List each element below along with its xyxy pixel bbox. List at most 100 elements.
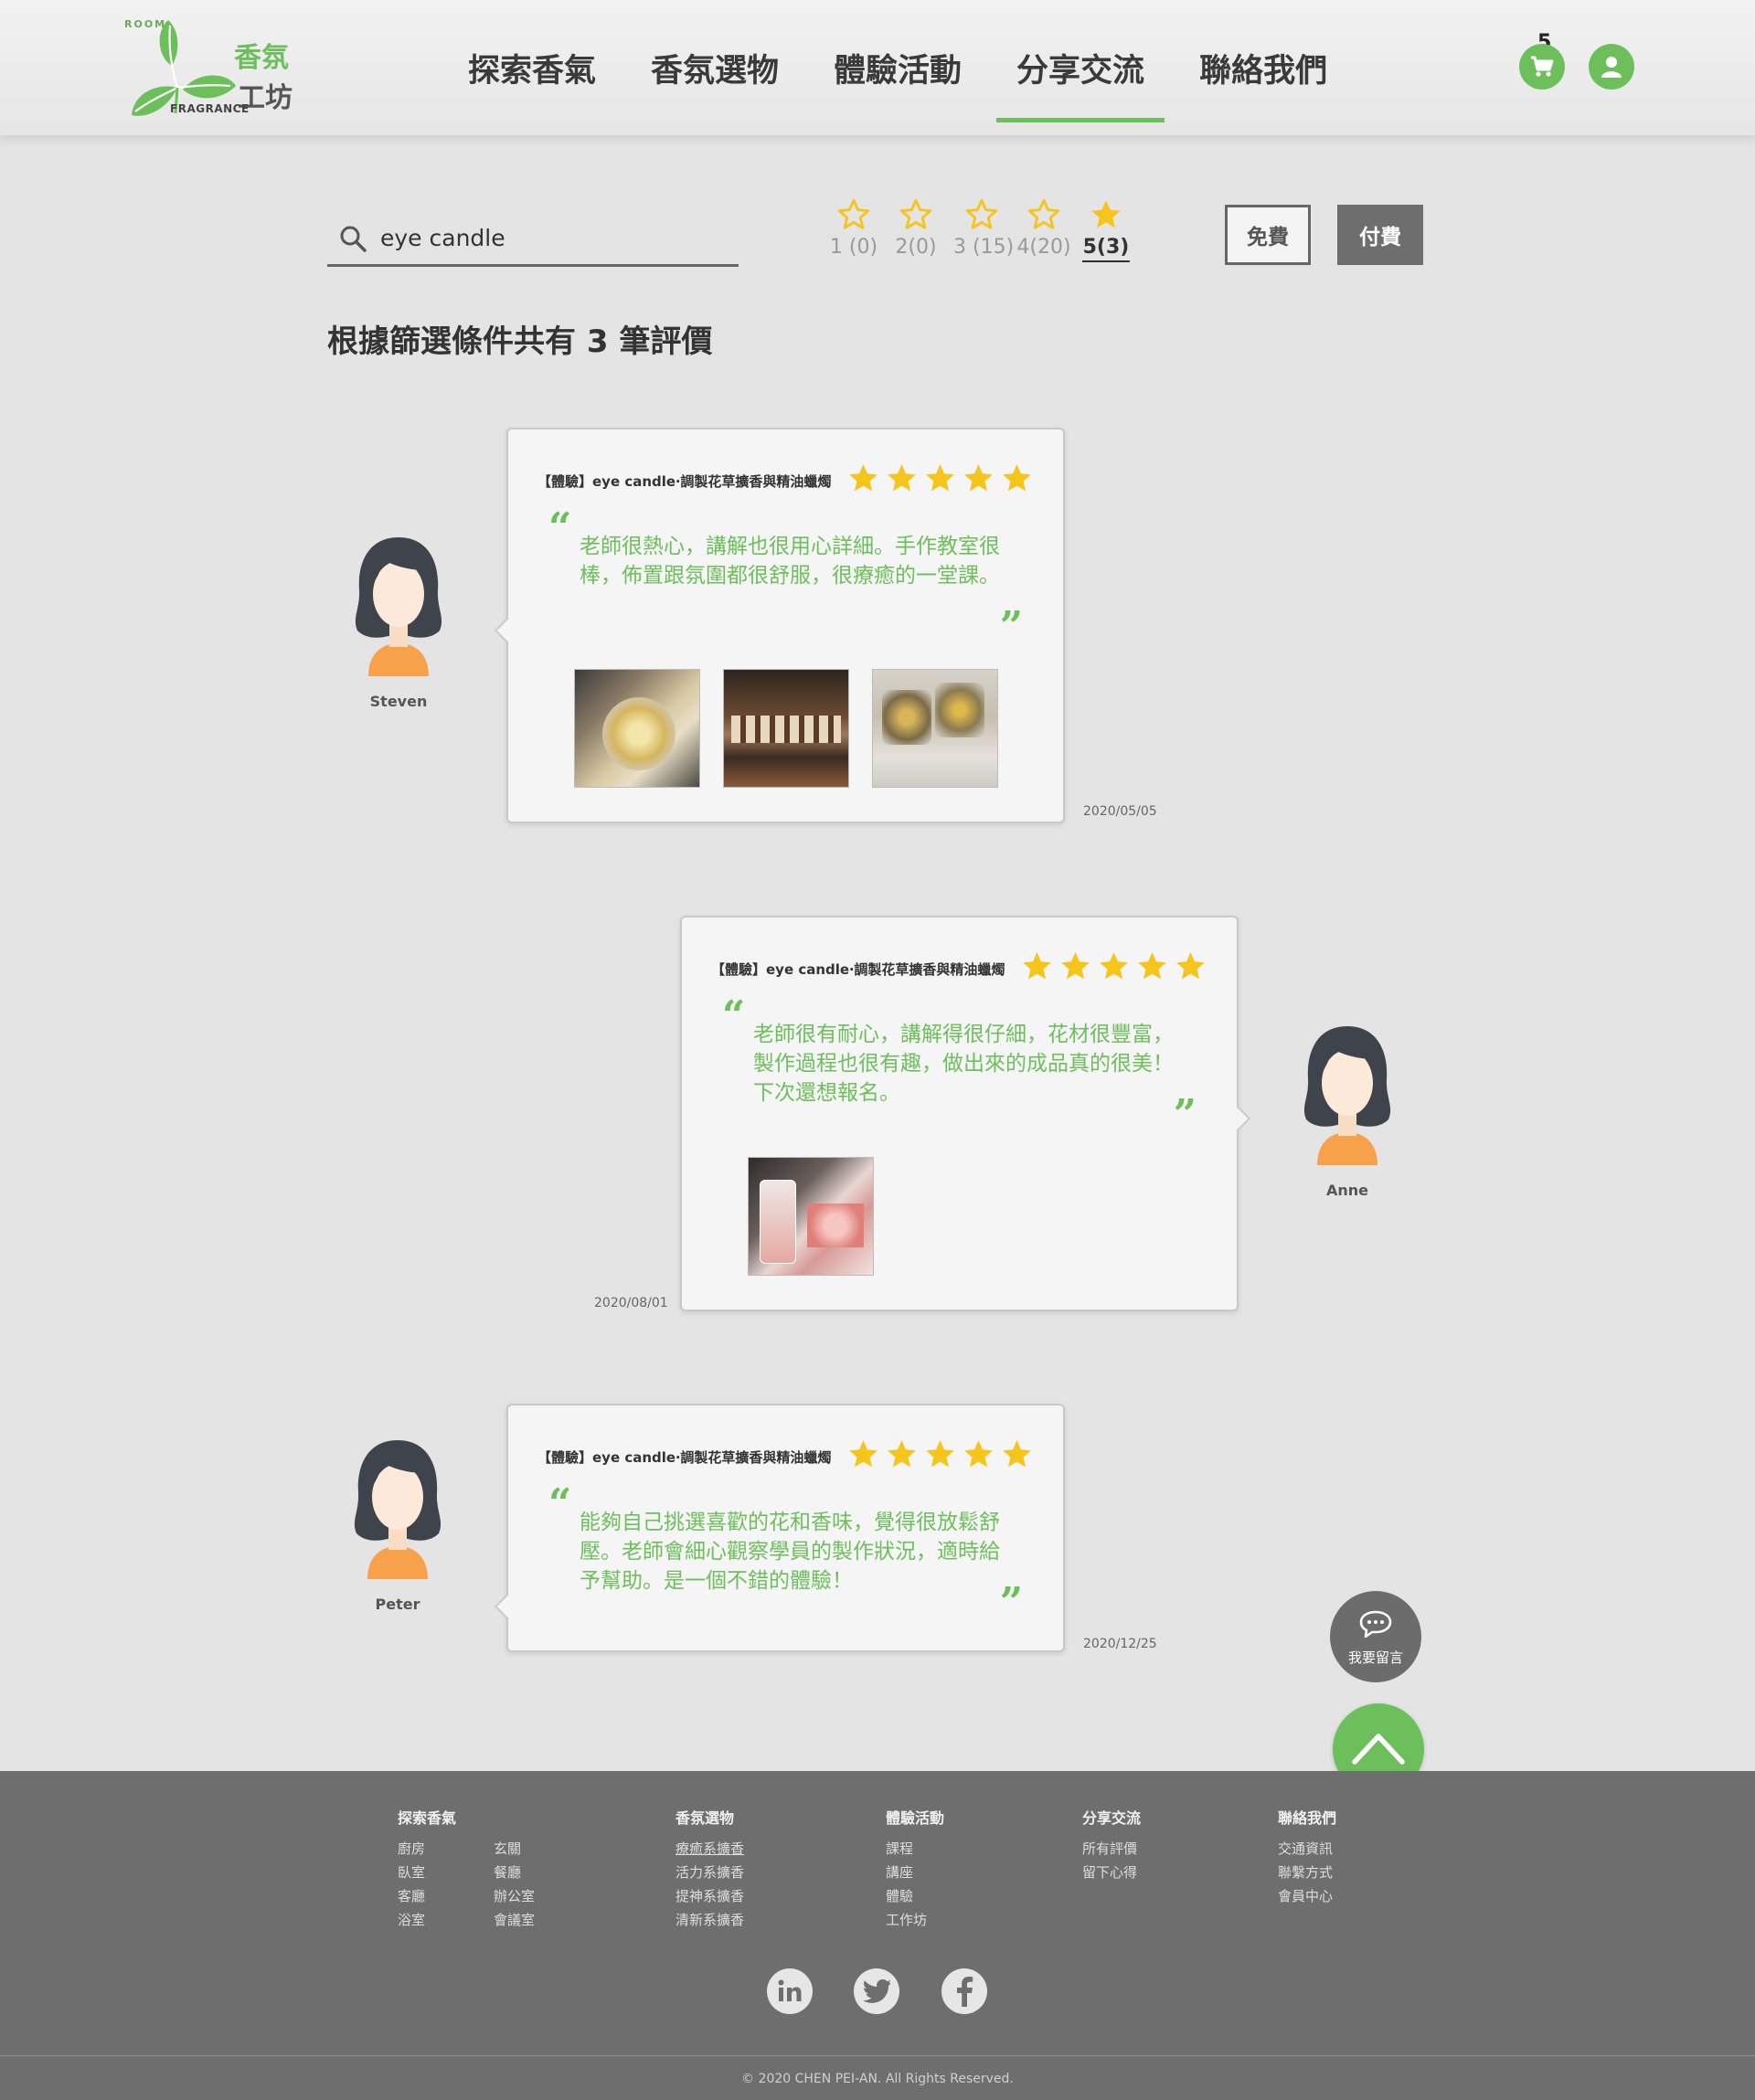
- site-header: ROOM 香氛 工坊 FRAGRANCE 探索香氣 香氛選物 體驗活動 分享交流…: [0, 0, 1755, 135]
- footer-link[interactable]: 臥室: [398, 1861, 494, 1884]
- star-outline-icon: [1027, 198, 1060, 229]
- quote-close-icon: ”: [999, 1579, 1023, 1626]
- cart-button[interactable]: [1519, 44, 1565, 90]
- star-outline-icon: [965, 198, 998, 229]
- nav-item-share[interactable]: 分享交流: [996, 0, 1165, 135]
- nav-item-explore[interactable]: 探索香氣: [448, 0, 616, 135]
- footer-link[interactable]: 會員中心: [1278, 1884, 1336, 1908]
- search-input[interactable]: [380, 225, 728, 251]
- footer-link[interactable]: 療癒系擴香: [675, 1837, 744, 1861]
- star-filter-label: 3 (15): [953, 236, 1015, 259]
- reviewer-name: Steven: [369, 693, 428, 710]
- footer-link[interactable]: 浴室: [398, 1908, 494, 1932]
- star-filter-label: 4(20): [1016, 236, 1071, 259]
- leave-comment-button[interactable]: 我要留言: [1330, 1591, 1421, 1682]
- review-title: 【體驗】eye candle‧調製花草擴香與精油蠟燭: [537, 1449, 832, 1466]
- star-filled-icon: [1091, 200, 1121, 228]
- footer-col-products: 香氛選物 療癒系擴香 活力系擴香 提神系擴香 清新系擴香: [675, 1806, 744, 1932]
- star-filled-icon: [1138, 952, 1166, 980]
- user-button[interactable]: [1589, 44, 1634, 90]
- footer-link[interactable]: 廚房: [398, 1837, 494, 1861]
- quote-close-icon: ”: [1173, 1091, 1197, 1138]
- footer-link[interactable]: 留下心得: [1082, 1861, 1141, 1884]
- star-filled-icon: [888, 1440, 916, 1468]
- nav-item-contact[interactable]: 聯絡我們: [1179, 0, 1347, 135]
- copyright-text: © 2020 CHEN PEI-AN. All Rights Reserved.: [741, 2072, 1014, 2086]
- quote-close-icon: ”: [999, 603, 1023, 650]
- review-photo[interactable]: [574, 669, 700, 788]
- star-outline-icon: [899, 198, 932, 229]
- review-photo[interactable]: [723, 669, 849, 788]
- star-filled-icon: [926, 1440, 954, 1468]
- review-rating: [846, 1437, 1034, 1471]
- user-icon: [1601, 57, 1622, 78]
- review-title: 【體驗】eye candle‧調製花草擴香與精油蠟燭: [711, 961, 1005, 978]
- linkedin-link[interactable]: [767, 1968, 813, 2014]
- search-box: [327, 212, 739, 267]
- star-filter-3[interactable]: 3 (15): [953, 197, 1015, 259]
- footer-link[interactable]: 會議室: [494, 1908, 590, 1932]
- quote-open-icon: “: [548, 504, 572, 551]
- footer-link[interactable]: 清新系擴香: [675, 1908, 744, 1932]
- review-title: 【體驗】eye candle‧調製花草擴香與精油蠟燭: [537, 473, 832, 490]
- review-photos: [748, 1157, 874, 1276]
- footer-heading: 香氛選物: [675, 1809, 735, 1827]
- logo-cn-line1: 香氛: [234, 42, 289, 74]
- star-filter-4[interactable]: 4(20): [1016, 197, 1071, 259]
- quote-open-icon: “: [548, 1480, 572, 1527]
- cart-icon: [1531, 56, 1554, 77]
- review-photo[interactable]: [748, 1157, 874, 1276]
- footer-heading: 分享交流: [1082, 1809, 1142, 1827]
- site-logo[interactable]: ROOM 香氛 工坊 FRAGRANCE: [121, 13, 303, 122]
- footer-link[interactable]: 辦公室: [494, 1884, 590, 1908]
- footer-col-activities: 體驗活動 課程 講座 體驗 工作坊: [886, 1806, 944, 1932]
- star-filled-icon: [964, 464, 993, 492]
- reviewer-avatar: Peter: [343, 1433, 452, 1613]
- nav-item-activities[interactable]: 體驗活動: [814, 0, 982, 135]
- star-filled-icon: [1100, 952, 1128, 980]
- result-summary: 根據篩選條件共有 3 筆評價: [327, 323, 713, 360]
- paid-filter-button[interactable]: 付費: [1337, 205, 1423, 265]
- footer-heading: 體驗活動: [886, 1809, 945, 1827]
- footer-col-share: 分享交流 所有評價 留下心得: [1082, 1806, 1141, 1884]
- footer-link[interactable]: 客廳: [398, 1884, 494, 1908]
- footer-link[interactable]: 提神系擴香: [675, 1884, 744, 1908]
- star-filled-icon: [849, 464, 878, 492]
- footer-link[interactable]: 體驗: [886, 1884, 944, 1908]
- footer-link[interactable]: 餐廳: [494, 1861, 590, 1884]
- twitter-link[interactable]: [854, 1968, 899, 2014]
- footer-link[interactable]: 交通資訊: [1278, 1837, 1336, 1861]
- footer-heading: 探索香氣: [398, 1809, 457, 1827]
- nav-item-products[interactable]: 香氛選物: [631, 0, 799, 135]
- chat-icon: [1359, 1610, 1392, 1639]
- footer-link[interactable]: 工作坊: [886, 1908, 944, 1932]
- review-rating: [1020, 949, 1207, 983]
- footer-link[interactable]: 活力系擴香: [675, 1861, 744, 1884]
- free-filter-button[interactable]: 免費: [1225, 205, 1311, 265]
- footer-link[interactable]: 所有評價: [1082, 1837, 1141, 1861]
- reviewer-avatar: Anne: [1292, 1019, 1402, 1199]
- star-filter-label: 1 (0): [829, 236, 878, 259]
- logo-fragrance-text: FRAGRANCE: [170, 102, 250, 115]
- facebook-icon: [957, 1977, 973, 2007]
- linkedin-icon: [778, 1979, 802, 2001]
- star-filter-1[interactable]: 1 (0): [826, 197, 881, 259]
- star-filter-5[interactable]: 5(3): [1082, 197, 1130, 262]
- review-photo[interactable]: [872, 669, 998, 788]
- facebook-link[interactable]: [941, 1968, 987, 2014]
- star-filter-2[interactable]: 2(0): [888, 197, 943, 259]
- site-footer: 探索香氣 廚房 玄關 臥室 餐廳 客廳 辦公室 浴室 會議室 香氛選物 療癒系擴…: [0, 1771, 1755, 2100]
- reviewer-name: Peter: [375, 1596, 420, 1613]
- review-date: 2020/08/01: [594, 1296, 668, 1310]
- footer-link[interactable]: 課程: [886, 1837, 944, 1861]
- logo-room-text: ROOM: [124, 18, 167, 30]
- review-card: 【體驗】eye candle‧調製花草擴香與精油蠟燭 “ 能夠自己挑選喜歡的花和…: [506, 1404, 1065, 1652]
- footer-link[interactable]: 講座: [886, 1861, 944, 1884]
- footer-link[interactable]: 聯繫方式: [1278, 1861, 1336, 1884]
- twitter-icon: [863, 1979, 890, 2003]
- footer-heading: 聯絡我們: [1278, 1809, 1337, 1827]
- review-date: 2020/12/25: [1083, 1637, 1157, 1651]
- avatar-icon: [355, 537, 442, 676]
- review-text: 老師很有耐心，講解得很仔細，花材很豐富，製作過程也很有趣，做出來的成品真的很美！…: [753, 1023, 1174, 1105]
- footer-link[interactable]: 玄關: [494, 1837, 590, 1861]
